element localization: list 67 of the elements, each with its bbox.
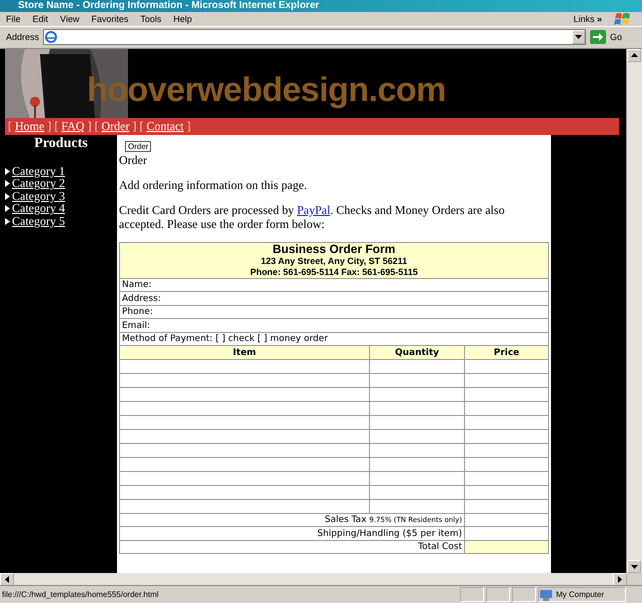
form-field-cell: Email:: [120, 318, 548, 332]
form-field-cell: Phone:: [120, 305, 548, 319]
computer-icon: [539, 588, 553, 601]
total-label: Total Cost: [120, 540, 464, 554]
links-button[interactable]: Links »: [573, 14, 602, 24]
nav-link[interactable]: Order: [101, 118, 130, 134]
scroll-right-button[interactable]: [613, 573, 627, 586]
bracket: ]: [87, 118, 92, 134]
zone-text: My Computer: [556, 590, 604, 600]
sidebar-title: Products: [33, 136, 89, 152]
up-arrow-icon: [630, 53, 638, 58]
menu-item[interactable]: File: [6, 14, 21, 24]
scroll-up-button[interactable]: [627, 48, 641, 62]
menu-item[interactable]: Help: [173, 14, 192, 24]
status-pane: [460, 587, 484, 602]
status-pane: [512, 587, 536, 602]
flag-logo-icon: [614, 10, 632, 27]
menu-item[interactable]: View: [60, 14, 80, 24]
arrow-icon: [590, 30, 606, 44]
nav-link[interactable]: FAQ: [61, 118, 84, 134]
column-header: Item: [120, 346, 370, 360]
menu-item[interactable]: Edit: [32, 14, 48, 24]
go-button[interactable]: Go: [590, 30, 636, 44]
shipping-label: Shipping/Handling ($5 per item): [120, 526, 464, 540]
category-link[interactable]: Category 2: [12, 177, 65, 190]
scroll-down-button[interactable]: [627, 560, 641, 574]
scroll-left-button[interactable]: [0, 573, 14, 586]
vertical-scrollbar[interactable]: [626, 48, 642, 574]
address-field[interactable]: [43, 29, 586, 46]
column-header: Price: [464, 346, 548, 360]
right-arrow-icon: [618, 576, 622, 584]
column-header: Quantity: [370, 346, 464, 360]
bracket: ]: [186, 118, 191, 134]
bracket: ]: [132, 118, 136, 134]
nav-link[interactable]: Home: [15, 118, 44, 134]
category-link[interactable]: Category 4: [12, 202, 65, 215]
left-arrow-icon: [5, 576, 9, 584]
category-link[interactable]: Category 3: [12, 190, 65, 202]
bracket: [: [54, 118, 58, 134]
bracket: [: [94, 118, 98, 134]
broken-image-box: Order: [125, 140, 152, 152]
form-field-cell: Name:: [120, 278, 548, 292]
globe-icon: [44, 31, 58, 44]
bracket: [: [8, 118, 12, 134]
bracket: [: [139, 118, 144, 134]
horizontal-scrollbar[interactable]: [0, 573, 627, 586]
bracket: ]: [47, 118, 52, 134]
address-label: Address: [6, 32, 40, 42]
category-link[interactable]: Category 1: [12, 164, 65, 178]
page-heading: Order: [119, 152, 148, 167]
menu-item[interactable]: Tools: [140, 14, 162, 24]
window-title: Store Name - Ordering Information - Microsoft Internet Explorer: [17, 0, 320, 12]
payment-text: Credit Card Orders are processed by PayPal. Checks and Money Orders are also accepted. Please use the order form below:: [119, 202, 506, 231]
form-title: Business Order Form: [272, 242, 396, 256]
status-pane: [486, 587, 510, 602]
category-link[interactable]: Category 5: [12, 214, 65, 228]
nav-link[interactable]: Contact: [146, 118, 184, 134]
form-address: 123 Any Street, Any City, ST 56211: [260, 256, 408, 267]
intro-text: Add ordering information on this page.: [119, 178, 308, 192]
form-field-cell: Address:: [120, 292, 548, 306]
status-text: file:///C:/hwd_templates/home555/order.html: [2, 590, 160, 600]
dropdown-button[interactable]: [572, 30, 585, 44]
menu-item[interactable]: Favorites: [91, 14, 128, 24]
caret-icon: [574, 35, 582, 40]
form-phone: Phone: 561-695-5114 Fax: 561-695-5115: [249, 266, 419, 278]
paypal-link[interactable]: PayPal: [296, 202, 330, 217]
down-arrow-icon: [630, 564, 638, 569]
